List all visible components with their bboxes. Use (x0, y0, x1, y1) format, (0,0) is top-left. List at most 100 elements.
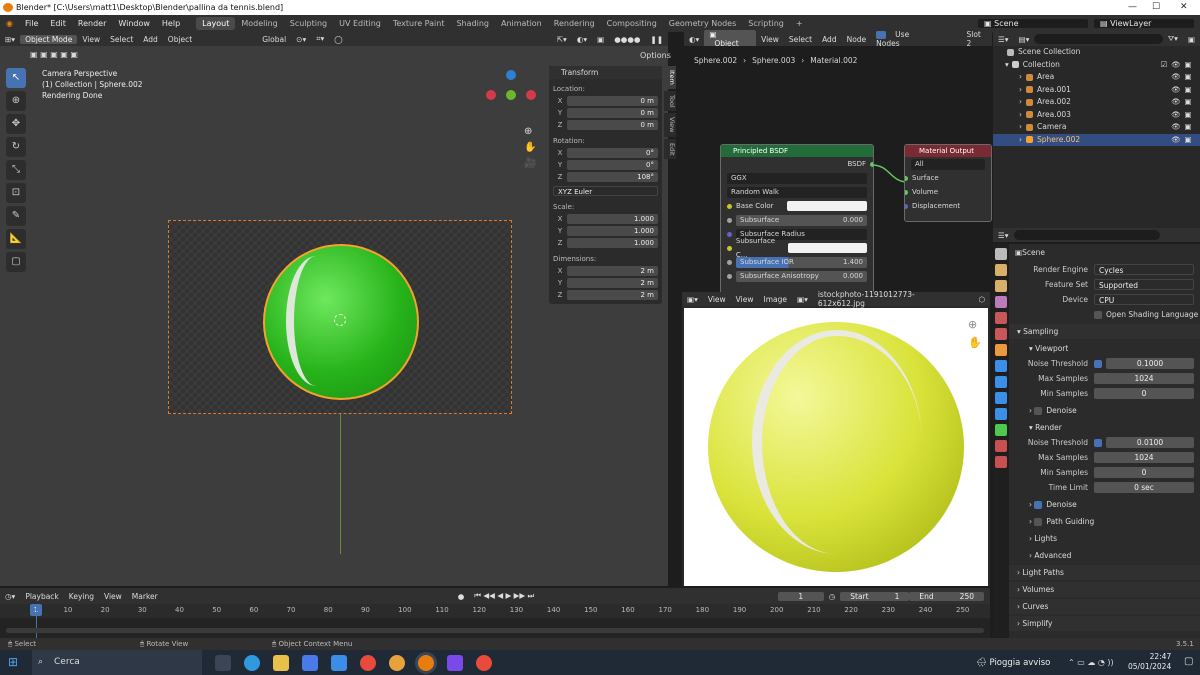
location-z-row[interactable]: Z0 m (553, 119, 658, 131)
osl-row[interactable]: Open Shading Language (1009, 307, 1200, 322)
end-frame-field[interactable]: End 250 (909, 591, 984, 601)
editor-type-icon[interactable]: ⊞▾ (0, 35, 20, 44)
gizmo-z-icon[interactable] (506, 70, 516, 80)
base-color-row[interactable]: Base Color (721, 199, 873, 213)
r-min-field[interactable]: 0 (1094, 467, 1194, 478)
tab-geometry-nodes[interactable]: Geometry Nodes (663, 17, 742, 30)
sphere-render-icon[interactable]: ▣ (1182, 134, 1194, 147)
gizmo-x-icon[interactable] (486, 90, 496, 100)
image-menu-view-mode[interactable]: View (703, 295, 731, 304)
vp-noise-checkbox[interactable] (1094, 359, 1102, 368)
vp-min-field[interactable]: 0 (1094, 388, 1194, 399)
properties-search-input[interactable] (1013, 230, 1160, 240)
scale-z-row[interactable]: Z 1.000 (553, 237, 658, 249)
area-002-render-icon[interactable]: ▣ (1182, 96, 1194, 109)
tab-texture-paint[interactable]: Texture Paint (387, 17, 451, 30)
timeline-scrollbar[interactable] (6, 628, 984, 633)
world-tab-icon[interactable] (995, 328, 1007, 340)
rotation-x-field[interactable]: 0° (567, 148, 658, 158)
dimensions-y-row[interactable]: Y2 m (553, 277, 658, 289)
distribution-dropdown[interactable]: GGX (727, 172, 867, 184)
outliner-item-area-003[interactable]: › Area.003 👁 ▣ (993, 109, 1200, 122)
subsurface-ior-field[interactable]: Subsurface IOR 1.400 (736, 256, 867, 268)
app-icon[interactable] (447, 654, 463, 671)
collection-row[interactable]: ▾ Collection ☑ 👁 ▣ (993, 59, 1200, 72)
output-target-dropdown[interactable]: All (911, 158, 985, 170)
task-view-icon[interactable] (215, 654, 231, 671)
node-editor-type-icon[interactable]: ◐▾ (684, 35, 704, 44)
node-menu-add[interactable]: Add (817, 35, 842, 44)
gizmo-y-icon[interactable] (506, 90, 516, 100)
frame-ruler[interactable]: 1102030405060708090100110120130140150160… (0, 604, 990, 618)
snap-icon[interactable]: ⌗▾ (311, 34, 329, 44)
texture-tab-icon[interactable] (995, 456, 1007, 468)
timeline-menu-playback[interactable]: Playback (20, 592, 63, 601)
image-zoom-icon[interactable]: ⊕ (968, 316, 982, 334)
location-y-field[interactable]: 0 m (567, 108, 658, 118)
object-tab-icon[interactable] (995, 344, 1007, 356)
tool-tab-icon[interactable] (995, 248, 1007, 260)
orientation-selector[interactable]: Global (257, 35, 291, 44)
tab-shading[interactable]: Shading (450, 17, 495, 30)
subsurface-anisotropy-field[interactable]: Subsurface Anisotropy 0.000 (736, 270, 867, 282)
render-subsection[interactable]: ▾ Render (1009, 420, 1200, 435)
rotation-x-row[interactable]: X 0° (553, 147, 658, 159)
outliner-item-area[interactable]: › Area 👁 ▣ (993, 71, 1200, 84)
location-x-field[interactable]: 0 m (567, 96, 658, 106)
outliner-item-camera[interactable]: › Camera 👁 ▣ (993, 121, 1200, 134)
pause-render-icon[interactable]: ❚❚ (645, 35, 668, 44)
scene-selector[interactable]: ▣ Scene (978, 19, 1088, 28)
bsdf-output-socket[interactable]: BSDF (721, 157, 873, 171)
r-max-field[interactable]: 1024 (1094, 452, 1194, 463)
scale-tool-icon[interactable]: ⤡ (6, 160, 26, 180)
windows-start-icon[interactable]: ⊞ (8, 655, 18, 669)
collection-eye-icon[interactable]: 👁 (1170, 59, 1182, 72)
clock[interactable]: 22:47 05/01/2024 (1128, 652, 1171, 672)
path-guiding-subsection[interactable]: › Path Guiding (1009, 514, 1200, 529)
rotation-mode-row[interactable]: XYZ Euler (553, 185, 658, 197)
menu-file[interactable]: File (19, 19, 44, 28)
clock-icon[interactable]: ◷ (824, 592, 841, 601)
viewport-menu-select[interactable]: Select (105, 35, 138, 44)
viewlayer-selector[interactable]: ▤ ViewLayer (1094, 19, 1194, 28)
displacement-socket[interactable]: Displacement (905, 199, 991, 213)
scale-y-field[interactable]: 1.000 (567, 226, 658, 236)
chrome-profile-icon[interactable] (389, 654, 405, 671)
sphere-eye-icon[interactable]: 👁 (1170, 134, 1182, 147)
osl-checkbox[interactable] (1094, 310, 1102, 319)
transform-panel-title[interactable]: Transform (549, 66, 662, 79)
tab-layout[interactable]: Layout (196, 17, 236, 30)
measure-tool-icon[interactable]: 📐 (6, 229, 26, 249)
image-filename[interactable]: istockphoto-1191012773-612x612.jpg (813, 290, 964, 308)
sss-method-dropdown[interactable]: Random Walk (727, 186, 867, 198)
outliner-item-area-002[interactable]: › Area.002 👁 ▣ (993, 96, 1200, 109)
dimensions-z-row[interactable]: Z2 m (553, 289, 658, 301)
subsurface-field[interactable]: Subsurface 0.000 (736, 214, 867, 226)
collection-render-icon[interactable]: ▣ (1182, 59, 1194, 72)
lights-subsection[interactable]: › Lights (1009, 531, 1200, 546)
material-output-node[interactable]: Material Output All Surface Volume Displ… (904, 144, 992, 222)
properties-type-icon[interactable]: ☰▾ (993, 231, 1014, 240)
vp-denoise-subsection[interactable]: › Denoise (1009, 403, 1200, 418)
particles-tab-icon[interactable] (995, 376, 1007, 388)
curves-section[interactable]: › Curves (1009, 599, 1200, 614)
subsurface-color-swatch[interactable] (788, 243, 867, 253)
base-color-swatch[interactable] (787, 201, 867, 211)
dimensions-y-field[interactable]: 2 m (567, 278, 658, 288)
principled-bsdf-node[interactable]: Principled BSDF BSDF GGX Random Walk Bas… (720, 144, 874, 294)
subsurface-color-row[interactable]: Subsurface C... (721, 237, 873, 259)
area-003-eye-icon[interactable]: 👁 (1170, 109, 1182, 122)
area-eye-icon[interactable]: 👁 (1170, 71, 1182, 84)
add-cube-tool-icon[interactable]: ▢ (6, 252, 26, 272)
dimensions-z-field[interactable]: 2 m (567, 290, 658, 300)
volume-socket[interactable]: Volume (905, 185, 991, 199)
device-dropdown[interactable]: CPU (1094, 294, 1194, 305)
area-003-render-icon[interactable]: ▣ (1182, 109, 1194, 122)
chrome-window-icon[interactable] (476, 654, 492, 671)
outliner-display-icon[interactable]: ▤▾ (1014, 35, 1035, 44)
start-frame-field[interactable]: Start 1 (840, 591, 910, 601)
render-tab-icon[interactable] (995, 264, 1007, 276)
simplify-section[interactable]: › Simplify (1009, 616, 1200, 631)
time-limit-field[interactable]: 0 sec (1094, 482, 1194, 493)
image-menu-image[interactable]: Image (758, 295, 792, 304)
